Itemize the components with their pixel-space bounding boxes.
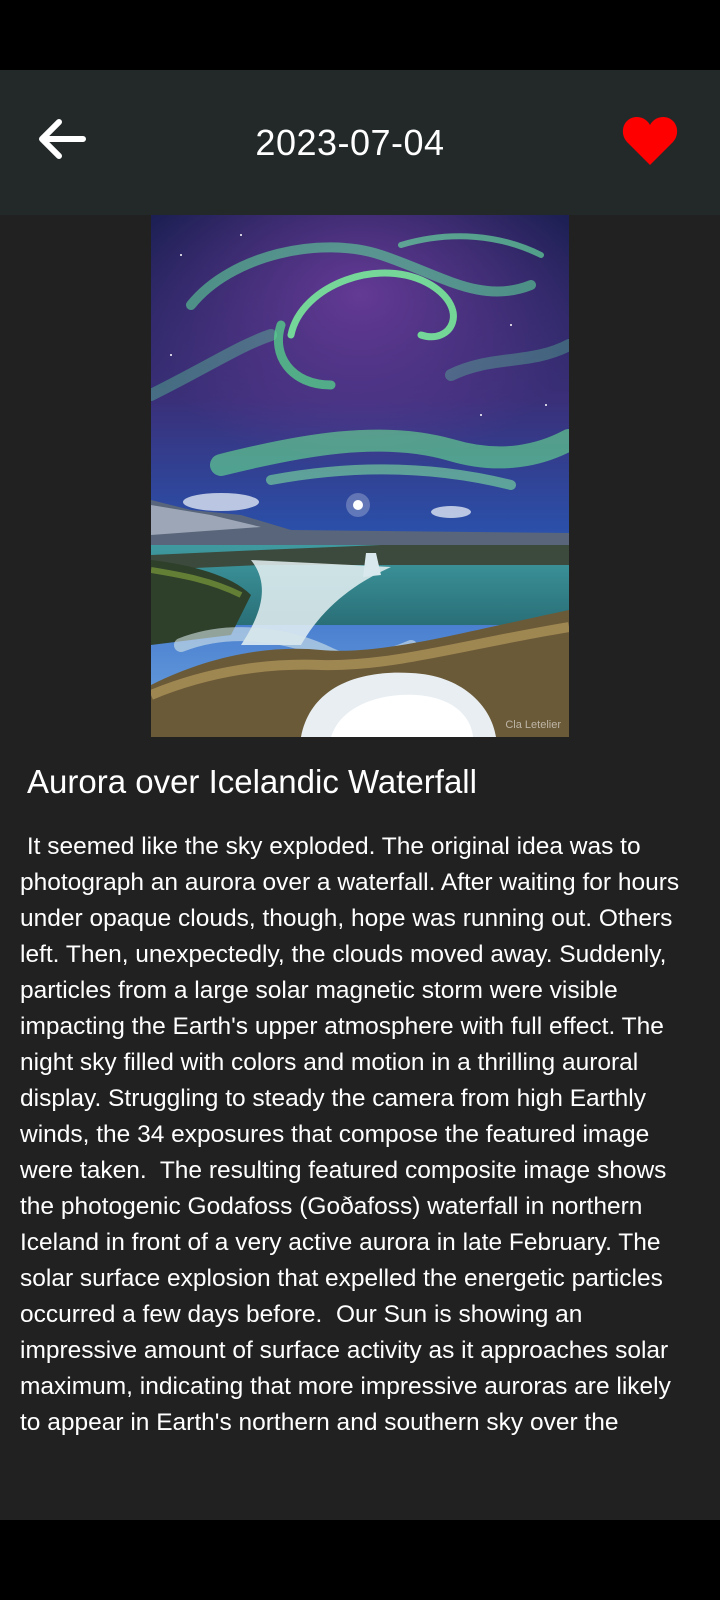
page-title: 2023-07-04	[255, 121, 445, 163]
apod-image[interactable]: Cla Letelier	[151, 215, 569, 737]
app-bar: 2023-07-04	[0, 70, 720, 215]
back-button[interactable]	[26, 110, 96, 172]
status-bar	[0, 0, 720, 70]
navigation-bar	[0, 1520, 720, 1600]
content-area: Cla Letelier Aurora over Icelandic Water…	[0, 215, 720, 1520]
arrow-left-icon	[35, 117, 87, 166]
apod-explanation: It seemed like the sky exploded. The ori…	[20, 833, 686, 1436]
heart-icon	[621, 115, 679, 172]
apod-title: Aurora over Icelandic Waterfall	[27, 763, 477, 800]
favorite-button[interactable]	[612, 112, 688, 174]
image-credit: Cla Letelier	[505, 719, 561, 731]
